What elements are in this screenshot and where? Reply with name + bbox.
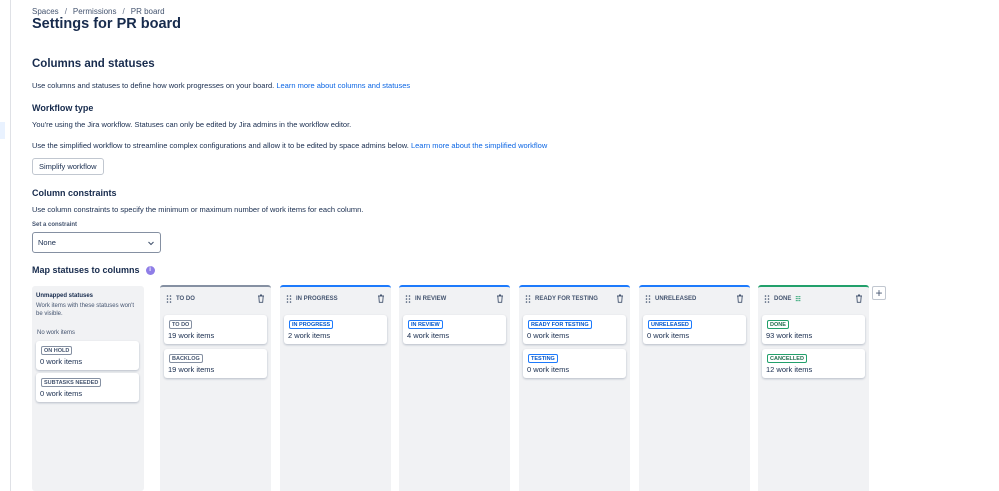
unmapped-no-items: No work items bbox=[37, 330, 76, 336]
constraint-select[interactable]: None bbox=[32, 232, 161, 253]
unmapped-description: Work items with these statuses won't be … bbox=[36, 303, 135, 317]
column-header[interactable]: TO DO bbox=[166, 295, 195, 303]
constraints-title: Column constraints bbox=[32, 188, 117, 198]
status-lozenge: TO DO bbox=[169, 320, 193, 329]
breadcrumb-separator: / bbox=[122, 7, 125, 16]
status-lozenge: IN PROGRESS bbox=[289, 320, 334, 329]
status-card[interactable]: CANCELLED 12 work items bbox=[762, 349, 865, 378]
trash-icon[interactable] bbox=[257, 294, 265, 303]
unmapped-statuses-panel: Unmapped statuses Work items with these … bbox=[32, 286, 144, 491]
status-lozenge: UNRELEASED bbox=[648, 320, 692, 329]
column-name: IN PROGRESS bbox=[296, 296, 338, 302]
status-card[interactable]: DONE 93 work items bbox=[762, 315, 865, 344]
column-done: DONE ☷ DONE 93 work items CANCELLED 12 w… bbox=[758, 285, 869, 491]
constraint-value: None bbox=[38, 238, 56, 247]
drag-handle-icon[interactable] bbox=[166, 295, 172, 303]
status-count: 12 work items bbox=[766, 365, 813, 374]
status-count: 2 work items bbox=[288, 331, 331, 340]
status-count: 93 work items bbox=[766, 331, 813, 340]
status-card[interactable]: SUBTASKS NEEDED 0 work items bbox=[36, 373, 139, 402]
column-name: DONE bbox=[774, 296, 792, 302]
constraint-label: Set a constraint bbox=[32, 222, 78, 228]
breadcrumb-permissions[interactable]: Permissions bbox=[73, 7, 117, 16]
column-ready-for-testing: READY FOR TESTING READY FOR TESTING 0 wo… bbox=[519, 285, 630, 491]
status-lozenge: TESTING bbox=[528, 354, 558, 363]
trash-icon[interactable] bbox=[496, 294, 504, 303]
column-in-progress: IN PROGRESS IN PROGRESS 2 work items bbox=[280, 285, 391, 491]
add-column-button[interactable]: + bbox=[872, 286, 886, 300]
trash-icon[interactable] bbox=[855, 294, 863, 303]
status-card[interactable]: TESTING 0 work items bbox=[523, 349, 626, 378]
status-count: 0 work items bbox=[40, 389, 83, 398]
status-count: 0 work items bbox=[647, 331, 690, 340]
column-header[interactable]: UNRELEASED bbox=[645, 295, 696, 303]
left-sidebar-rail bbox=[0, 0, 11, 491]
status-lozenge: DONE bbox=[767, 320, 789, 329]
status-lozenge: IN REVIEW bbox=[408, 320, 443, 329]
status-card[interactable]: READY FOR TESTING 0 work items bbox=[523, 315, 626, 344]
status-count: 0 work items bbox=[527, 365, 570, 374]
status-card[interactable]: IN REVIEW 4 work items bbox=[403, 315, 506, 344]
column-header[interactable]: IN PROGRESS bbox=[286, 295, 338, 303]
trash-icon[interactable] bbox=[736, 294, 744, 303]
intro-description: Use columns and statuses to define how w… bbox=[32, 81, 275, 90]
status-card[interactable]: ON HOLD 0 work items bbox=[36, 341, 139, 370]
status-card[interactable]: BACKLOG 19 work items bbox=[164, 349, 267, 378]
breadcrumb-separator: / bbox=[64, 7, 67, 16]
drag-handle-icon[interactable] bbox=[764, 295, 770, 303]
status-card[interactable]: TO DO 19 work items bbox=[164, 315, 267, 344]
sidebar-selected-marker bbox=[0, 122, 5, 139]
map-statuses-title: Map statuses to columns i bbox=[32, 265, 155, 275]
drag-handle-icon[interactable] bbox=[286, 295, 292, 303]
trash-icon[interactable] bbox=[377, 294, 385, 303]
workflow-line1: You're using the Jira workflow. Statuses… bbox=[32, 120, 352, 129]
status-lozenge: READY FOR TESTING bbox=[528, 320, 592, 329]
learn-more-columns-link[interactable]: Learn more about columns and statuses bbox=[276, 81, 410, 90]
constraints-text: Use column constraints to specify the mi… bbox=[32, 205, 364, 214]
drag-handle-icon[interactable] bbox=[525, 295, 531, 303]
workflow-line2-text: Use the simplified workflow to streamlin… bbox=[32, 141, 409, 150]
column-name: TO DO bbox=[176, 296, 195, 302]
column-header[interactable]: IN REVIEW bbox=[405, 295, 446, 303]
done-category-icon: ☷ bbox=[795, 296, 801, 303]
chevron-down-icon bbox=[148, 241, 154, 245]
page-title: Settings for PR board bbox=[32, 16, 182, 32]
status-count: 4 work items bbox=[407, 331, 450, 340]
status-card[interactable]: IN PROGRESS 2 work items bbox=[284, 315, 387, 344]
map-statuses-label: Map statuses to columns bbox=[32, 265, 140, 275]
section-title: Columns and statuses bbox=[32, 58, 155, 70]
status-card[interactable]: UNRELEASED 0 work items bbox=[643, 315, 746, 344]
unmapped-title: Unmapped statuses bbox=[36, 293, 94, 299]
column-name: READY FOR TESTING bbox=[535, 296, 598, 302]
column-in-review: IN REVIEW IN REVIEW 4 work items bbox=[399, 285, 510, 491]
trash-icon[interactable] bbox=[616, 294, 624, 303]
workflow-title: Workflow type bbox=[32, 103, 94, 113]
drag-handle-icon[interactable] bbox=[645, 295, 651, 303]
status-lozenge: BACKLOG bbox=[169, 354, 203, 363]
column-unreleased: UNRELEASED UNRELEASED 0 work items bbox=[639, 285, 750, 491]
info-icon[interactable]: i bbox=[145, 265, 155, 275]
status-count: 0 work items bbox=[40, 357, 83, 366]
drag-handle-icon[interactable] bbox=[405, 295, 411, 303]
column-name: IN REVIEW bbox=[415, 296, 447, 302]
status-count: 19 work items bbox=[168, 331, 215, 340]
workflow-line2: Use the simplified workflow to streamlin… bbox=[32, 141, 547, 150]
status-lozenge: SUBTASKS NEEDED bbox=[41, 378, 102, 387]
status-lozenge: ON HOLD bbox=[41, 346, 73, 355]
column-header[interactable]: READY FOR TESTING bbox=[525, 295, 598, 303]
breadcrumb: Spaces / Permissions / PR board bbox=[32, 7, 165, 16]
column-header[interactable]: DONE ☷ bbox=[764, 295, 801, 303]
breadcrumb-spaces[interactable]: Spaces bbox=[32, 7, 59, 16]
status-lozenge: CANCELLED bbox=[767, 354, 807, 363]
intro-text: Use columns and statuses to define how w… bbox=[32, 81, 410, 90]
status-count: 19 work items bbox=[168, 365, 215, 374]
simplify-workflow-button[interactable]: Simplify workflow bbox=[32, 158, 104, 175]
status-count: 0 work items bbox=[527, 331, 570, 340]
column-name: UNRELEASED bbox=[655, 296, 697, 302]
learn-more-simplified-link[interactable]: Learn more about the simplified workflow bbox=[411, 141, 547, 150]
column-to-do: TO DO TO DO 19 work items BACKLOG 19 wor… bbox=[160, 285, 271, 491]
breadcrumb-pr-board[interactable]: PR board bbox=[131, 7, 165, 16]
